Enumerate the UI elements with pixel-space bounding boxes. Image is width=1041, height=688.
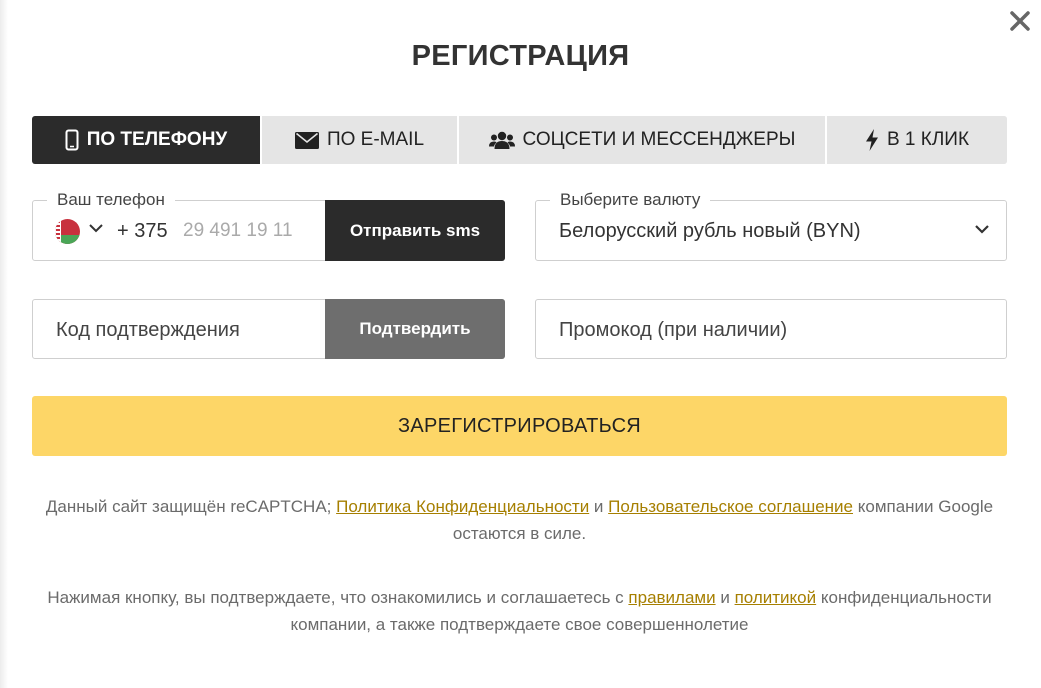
tab-social-label: СОЦСЕТИ И МЕССЕНДЖЕРЫ [522, 129, 796, 150]
currency-select[interactable]: Выберите валюту Белорусский рубль новый … [535, 189, 1007, 261]
chevron-down-icon [975, 225, 989, 234]
confirmation-code-input[interactable] [56, 314, 336, 346]
phone-legend: Ваш телефон [47, 189, 175, 211]
dial-code: + 375 [117, 220, 168, 242]
tab-email-label: ПО E-MAIL [326, 129, 425, 150]
registration-tabs: ПО ТЕЛЕФОНУ ПО E-MAIL СОЦСЕТИ И МЕССЕНДЖ… [32, 116, 1007, 164]
phone-icon [65, 129, 79, 151]
tab-phone-label: ПО ТЕЛЕФОНУ [86, 129, 228, 150]
chevron-down-icon[interactable] [88, 223, 104, 233]
tab-one-click[interactable]: В 1 КЛИК [825, 116, 1007, 164]
tab-email[interactable]: ПО E-MAIL [260, 116, 457, 164]
register-button[interactable]: ЗАРЕГИСТРИРОВАТЬСЯ [32, 396, 1007, 456]
consent-notice: Нажимая кнопку, вы подтверждаете, что оз… [32, 584, 1007, 638]
privacy-link[interactable]: политикой [735, 588, 817, 607]
terms-of-service-link[interactable]: Пользовательское соглашение [608, 497, 853, 516]
promo-code-input[interactable] [559, 314, 979, 346]
page-title: РЕГИСТРАЦИЯ [411, 40, 630, 72]
belarus-flag-icon[interactable] [55, 219, 80, 244]
confirm-button[interactable]: Подтвердить [325, 299, 505, 359]
send-sms-button[interactable]: Отправить sms [325, 200, 505, 261]
bolt-icon [865, 129, 878, 151]
recaptcha-notice: Данный сайт защищён reCAPTCHA; Политика … [32, 493, 1007, 547]
envelope-icon [294, 131, 319, 149]
phone-input[interactable] [183, 215, 323, 247]
close-icon [1010, 11, 1030, 31]
close-button[interactable] [1005, 6, 1035, 36]
users-icon [488, 131, 515, 149]
consent-notice-prefix: Нажимая кнопку, вы подтверждаете, что оз… [47, 588, 629, 607]
promo-code-field [535, 299, 1007, 359]
rules-link[interactable]: правилами [628, 588, 715, 607]
tab-phone[interactable]: ПО ТЕЛЕФОНУ [32, 116, 260, 164]
tab-social[interactable]: СОЦСЕТИ И МЕССЕНДЖЕРЫ [457, 116, 825, 164]
recaptcha-notice-prefix: Данный сайт защищён reCAPTCHA; [45, 497, 337, 516]
currency-legend: Выберите валюту [550, 189, 711, 211]
consent-notice-and: и [715, 588, 735, 607]
currency-selected-value: Белорусский рубль новый (BYN) [559, 220, 861, 242]
backdrop-edge [0, 0, 8, 688]
tab-one-click-label: В 1 КЛИК [886, 129, 970, 150]
privacy-policy-link[interactable]: Политика Конфиденциальности [336, 497, 589, 516]
recaptcha-notice-and: и [589, 497, 609, 516]
